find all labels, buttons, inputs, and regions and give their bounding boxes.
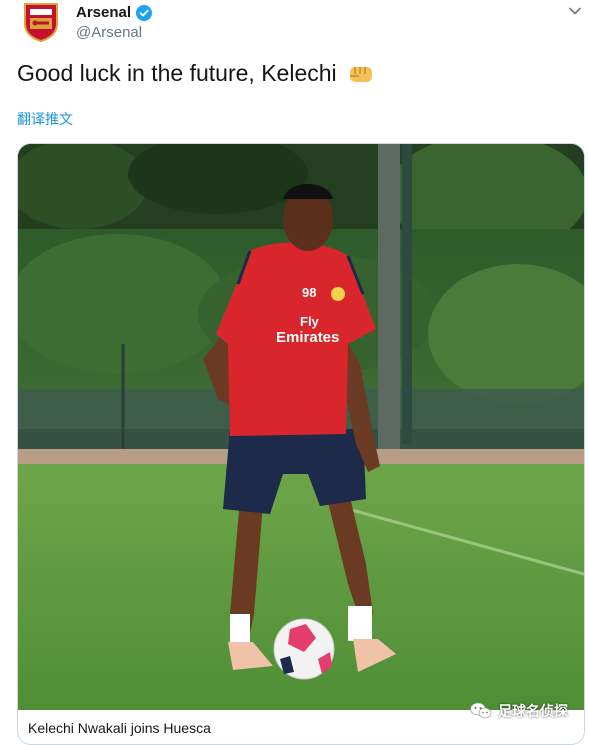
account-name-text[interactable]: Arsenal — [76, 4, 131, 21]
account-handle[interactable]: @Arsenal — [76, 24, 142, 41]
chevron-down-icon[interactable] — [568, 4, 582, 18]
sponsor-line-1: Fly — [300, 314, 320, 329]
wechat-icon — [470, 702, 492, 719]
sponsor-line-2: Emirates — [276, 329, 339, 346]
watermark-text: 足球名侦探 — [498, 703, 568, 719]
card-title[interactable]: Kelechi Nwakali joins Huesca — [28, 720, 211, 736]
oncoming-fist-icon — [349, 66, 372, 82]
arsenal-crest-icon[interactable] — [22, 2, 60, 42]
watermark: 足球名侦探 — [470, 701, 568, 721]
verified-badge-icon — [136, 4, 153, 21]
tweet-text: Good luck in the future, Kelechi — [17, 60, 375, 87]
player-photo[interactable]: 98 Fly Emirates — [18, 144, 584, 710]
translate-tweet-link[interactable]: 翻译推文 — [17, 109, 73, 129]
account-name[interactable]: Arsenal — [76, 4, 153, 21]
link-card[interactable]: 98 Fly Emirates Kelechi Nwakali joins Hu… — [17, 143, 585, 745]
tweet-text-content: Good luck in the future, Kelechi — [17, 60, 337, 86]
jersey-number: 98 — [302, 285, 316, 300]
